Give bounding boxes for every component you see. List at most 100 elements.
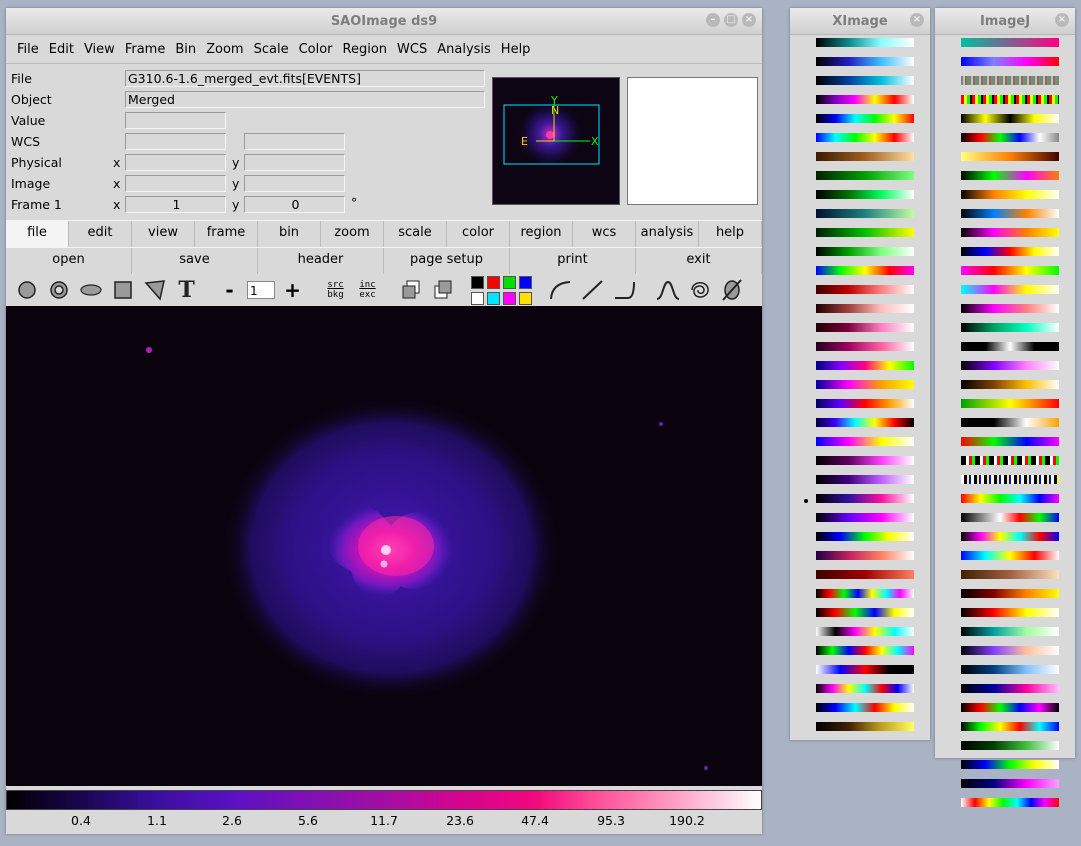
colormap-option[interactable] [961,38,1059,47]
colormap-option[interactable] [961,190,1059,199]
menu-analysis[interactable]: Analysis [432,42,496,57]
colormap-option[interactable] [816,247,914,256]
button-save[interactable]: save [132,248,258,274]
colormap-option[interactable] [961,95,1059,104]
menu-file[interactable]: File [12,42,44,57]
colormap-option[interactable] [961,798,1059,807]
menu-bin[interactable]: Bin [170,42,201,57]
colormap-option[interactable] [816,190,914,199]
button-color[interactable]: color [447,221,510,247]
circle-tool[interactable] [12,276,41,304]
colormap-option[interactable] [816,171,914,180]
menu-scale[interactable]: Scale [249,42,294,57]
colormap-option[interactable] [961,418,1059,427]
back-tool[interactable] [428,276,457,304]
menu-wcs[interactable]: WCS [392,42,432,57]
button-open[interactable]: open [6,248,132,274]
colormap-option[interactable] [816,703,914,712]
colormap-option[interactable] [816,133,914,142]
imagej-titlebar[interactable]: ImageJ × [935,8,1075,35]
colormap-option[interactable] [961,494,1059,503]
colormap-option[interactable] [816,152,914,161]
close-icon[interactable]: × [742,13,756,27]
swatch-red[interactable] [487,275,500,289]
colormap-option[interactable] [961,304,1059,313]
text-tool[interactable]: T [172,276,201,304]
menu-region[interactable]: Region [338,42,393,57]
colormap-option[interactable] [961,589,1059,598]
colormap-option[interactable] [961,741,1059,750]
colormap-option[interactable] [961,627,1059,636]
line-tool[interactable] [578,276,607,304]
swatch-yellow[interactable] [519,291,532,305]
colormap-option[interactable] [961,266,1059,275]
swatch-blue[interactable] [519,275,532,289]
button-page-setup[interactable]: page setup [384,248,510,274]
colormap-option[interactable] [816,608,914,617]
colormap-option[interactable] [961,532,1059,541]
menu-color[interactable]: Color [294,42,338,57]
colormap-option[interactable] [816,494,914,503]
button-analysis[interactable]: analysis [636,221,699,247]
include-exclude-toggle[interactable]: inc exc [353,276,382,304]
arc-tool[interactable] [546,276,575,304]
colormap-option[interactable] [961,646,1059,655]
colormap-option[interactable] [816,513,914,522]
colormap-option[interactable] [816,551,914,560]
colormap-option[interactable] [961,722,1059,731]
colormap-option[interactable] [961,437,1059,446]
button-scale[interactable]: scale [384,221,447,247]
width-increase-button[interactable]: + [278,276,307,304]
swatch-white[interactable] [471,291,484,305]
colormap-option[interactable] [816,646,914,655]
colormap-option[interactable] [816,361,914,370]
colormap-option[interactable] [816,57,914,66]
colormap-option[interactable] [816,266,914,275]
swatch-cyan[interactable] [487,291,500,305]
colormap-option[interactable] [816,342,914,351]
colormap-option[interactable] [961,779,1059,788]
colormap-option[interactable] [961,228,1059,237]
button-zoom[interactable]: zoom [321,221,384,247]
menu-help[interactable]: Help [496,42,536,57]
swatch-green[interactable] [503,275,516,289]
menu-view[interactable]: View [79,42,120,57]
close-icon[interactable]: × [910,13,924,27]
crosshair-tool[interactable] [717,276,746,304]
colormap-option[interactable] [961,570,1059,579]
colormap-option[interactable] [961,209,1059,218]
colormap-option[interactable] [816,475,914,484]
colormap-option[interactable] [816,589,914,598]
menu-frame[interactable]: Frame [120,42,171,57]
colormap-option[interactable] [961,513,1059,522]
colormap-option[interactable] [816,380,914,389]
menu-edit[interactable]: Edit [44,42,79,57]
colormap-option[interactable] [961,323,1059,332]
colormap-option[interactable] [816,285,914,294]
colormap-option[interactable] [961,361,1059,370]
colormap-option[interactable] [816,95,914,104]
colormap-option[interactable] [816,418,914,427]
colorbar[interactable] [6,790,762,810]
colormap-option[interactable] [816,532,914,541]
colormap-option[interactable] [816,437,914,446]
colormap-option[interactable] [961,133,1059,142]
colormap-option[interactable] [816,722,914,731]
colormap-option[interactable] [961,57,1059,66]
colormap-option[interactable] [961,247,1059,256]
ximage-titlebar[interactable]: XImage × [790,8,930,35]
colormap-option[interactable] [961,380,1059,389]
colormap-option[interactable] [816,114,914,123]
box-tool[interactable] [108,276,137,304]
colormap-option[interactable] [961,114,1059,123]
colormap-option[interactable] [961,475,1059,484]
colormap-option[interactable] [961,152,1059,161]
polygon-tool[interactable] [140,276,169,304]
ds9-titlebar[interactable]: SAOImage ds9 – □ × [6,8,762,35]
contour-tool[interactable] [685,276,714,304]
colormap-option[interactable] [961,760,1059,769]
colormap-option[interactable] [961,608,1059,617]
colormap-option[interactable] [816,228,914,237]
colormap-option[interactable] [961,665,1059,674]
width-decrease-button[interactable]: - [215,276,244,304]
